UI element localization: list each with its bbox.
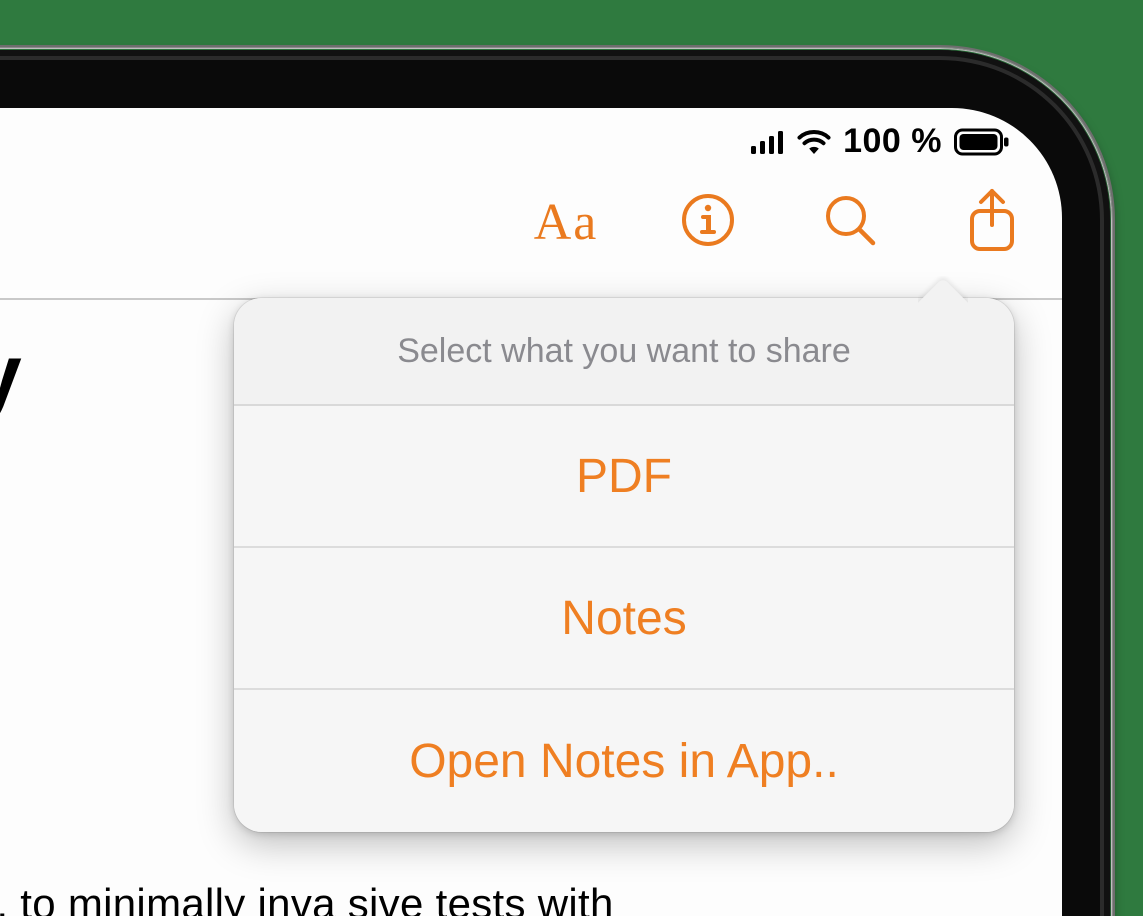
info-icon (681, 193, 735, 252)
search-button[interactable] (818, 190, 882, 254)
share-option-pdf[interactable]: PDF (234, 406, 1014, 548)
device-bezel: 100 % Aa (0, 50, 1110, 916)
screen: 100 % Aa (0, 108, 1062, 916)
toolbar: Aa (534, 190, 1024, 254)
share-option-open-notes-in-app[interactable]: Open Notes in App.. (234, 690, 1014, 832)
share-popover-header: Select what you want to share (234, 298, 1014, 406)
cellular-icon (751, 130, 785, 154)
status-bar: 100 % (751, 122, 1010, 161)
share-option-notes[interactable]: Notes (234, 548, 1014, 690)
share-button[interactable] (960, 190, 1024, 254)
share-popover: Select what you want to share PDF Notes … (234, 298, 1014, 832)
battery-percent: 100 % (843, 122, 942, 161)
info-button[interactable] (676, 190, 740, 254)
popover-arrow (918, 276, 968, 304)
share-icon (964, 187, 1020, 258)
text-settings-button[interactable]: Aa (534, 190, 598, 254)
search-icon (822, 192, 878, 253)
battery-icon (954, 128, 1010, 156)
wifi-icon (797, 129, 831, 155)
